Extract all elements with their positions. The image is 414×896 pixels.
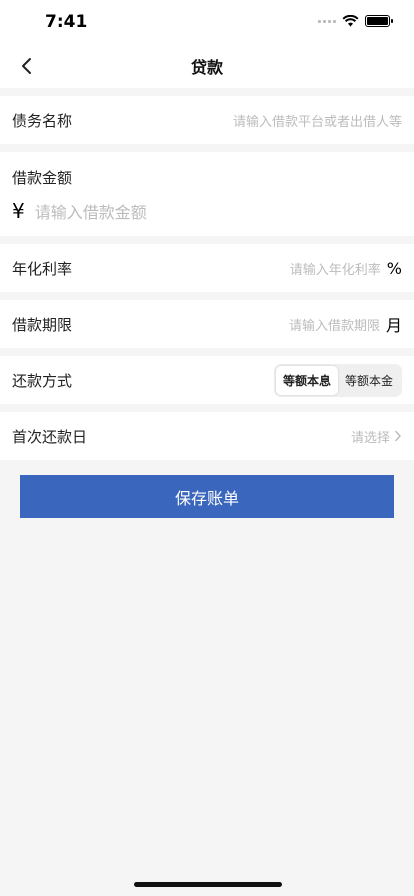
wifi-icon xyxy=(342,15,359,27)
battery-icon xyxy=(365,15,393,27)
debt-name-input[interactable]: 请输入借款平台或者出借人等 xyxy=(233,111,402,130)
rate-input[interactable]: 请输入年化利率 xyxy=(290,259,381,278)
nav-bar: 贷款 xyxy=(0,44,414,88)
chevron-left-icon xyxy=(22,58,31,74)
status-bar: 7:41 xyxy=(0,0,414,44)
debt-name-label: 债务名称 xyxy=(12,111,73,130)
first-repay-day-field[interactable]: 首次还款日 请选择 xyxy=(0,412,414,460)
term-label: 借款期限 xyxy=(12,315,73,334)
status-icons xyxy=(318,15,393,27)
amount-placeholder[interactable]: 请输入借款金额 xyxy=(35,199,147,223)
rate-unit: % xyxy=(386,258,402,278)
chevron-right-icon xyxy=(395,430,402,442)
first-repay-day-picker[interactable]: 请选择 xyxy=(351,427,390,446)
repay-option-equal-installment[interactable]: 等额本息 xyxy=(275,365,338,395)
save-button[interactable]: 保存账单 xyxy=(20,475,394,518)
cellular-signal-icon xyxy=(318,19,336,23)
home-indicator xyxy=(134,882,282,887)
repay-option-equal-principal[interactable]: 等额本金 xyxy=(338,366,400,395)
term-input[interactable]: 请输入借款期限 xyxy=(289,315,380,334)
rate-label: 年化利率 xyxy=(12,259,73,278)
term-field[interactable]: 借款期限 请输入借款期限 月 xyxy=(0,300,414,348)
amount-field: 借款金额 ¥ 请输入借款金额 xyxy=(0,152,414,236)
first-repay-day-label: 首次还款日 xyxy=(12,427,88,446)
status-time: 7:41 xyxy=(45,12,88,32)
repay-method-label: 还款方式 xyxy=(12,371,73,390)
page-title: 贷款 xyxy=(190,58,223,77)
amount-label: 借款金额 xyxy=(12,169,73,187)
rate-field[interactable]: 年化利率 请输入年化利率 % xyxy=(0,244,414,292)
repay-method-field: 还款方式 等额本息 等额本金 xyxy=(0,356,414,404)
repay-method-segmented-control[interactable]: 等额本息 等额本金 xyxy=(273,363,402,397)
currency-symbol: ¥ xyxy=(12,199,25,223)
back-button[interactable] xyxy=(12,52,40,80)
term-unit: 月 xyxy=(385,316,402,335)
amount-input[interactable]: ¥ 请输入借款金额 xyxy=(12,196,402,226)
debt-name-field[interactable]: 债务名称 请输入借款平台或者出借人等 xyxy=(0,96,414,144)
